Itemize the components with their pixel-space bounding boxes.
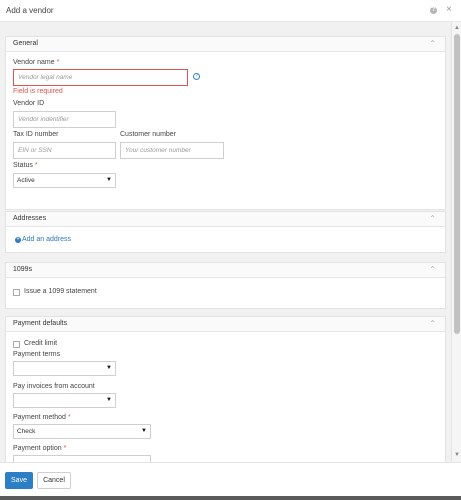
payment-terms-label: Payment terms	[13, 351, 61, 358]
scrollbar-thumb[interactable]	[454, 34, 460, 334]
dialog-title: Add a vendor	[6, 6, 54, 15]
plus-circle-icon: +	[15, 237, 21, 243]
payment-option-label: Payment option *	[13, 445, 67, 452]
section-general-header[interactable]: General ⌃	[6, 37, 445, 52]
payment-method-select[interactable]: Check ▼	[13, 424, 151, 439]
section-general: General ⌃ Vendor name * Vendor legal nam…	[5, 36, 446, 210]
status-select[interactable]: Active ▼	[13, 173, 116, 188]
vendor-id-input[interactable]: Vendor indentifier	[13, 111, 116, 128]
section-addresses-header[interactable]: Addresses ⌃	[6, 212, 445, 227]
section-title: Payment defaults	[13, 320, 68, 327]
section-1099s-header[interactable]: 1099s ⌃	[6, 263, 445, 278]
close-icon[interactable]: ×	[446, 4, 452, 15]
section-payment-defaults: Payment defaults ⌃ Credit limit Payment …	[5, 316, 446, 462]
vendor-id-label: Vendor ID	[13, 100, 45, 107]
chevron-up-icon[interactable]: ⌃	[429, 214, 436, 223]
caret-down-icon: ▼	[106, 397, 112, 403]
customer-number-label: Customer number	[120, 131, 177, 138]
cancel-button[interactable]: Cancel	[37, 472, 71, 489]
customer-number-input[interactable]: Your customer number	[120, 142, 224, 159]
credit-limit-label: Credit limit	[24, 340, 58, 347]
scroll-down-icon[interactable]: ▼	[454, 452, 460, 458]
issue-1099-checkbox[interactable]	[13, 289, 20, 296]
payment-terms-select[interactable]: ▼	[13, 361, 116, 376]
info-icon[interactable]: ?	[193, 73, 200, 80]
tax-id-input[interactable]: EIN or SSN	[13, 142, 116, 159]
vendor-name-error: Field is required	[13, 88, 63, 95]
vendor-name-label: Vendor name *	[13, 59, 60, 66]
window-bottom-edge	[0, 496, 461, 500]
caret-down-icon: ▼	[106, 177, 112, 183]
section-payment-header[interactable]: Payment defaults ⌃	[6, 317, 445, 332]
credit-limit-checkbox[interactable]	[13, 341, 20, 348]
payment-option-select[interactable]	[13, 455, 151, 462]
caret-down-icon: ▼	[141, 428, 147, 434]
dialog-body[interactable]: General ⌃ Vendor name * Vendor legal nam…	[0, 22, 461, 462]
payment-method-value: Check	[17, 428, 36, 435]
pay-from-label: Pay invoices from account	[13, 383, 95, 390]
help-icon[interactable]: ?	[430, 7, 437, 14]
scroll-up-icon[interactable]: ▲	[454, 25, 460, 31]
chevron-up-icon[interactable]: ⌃	[429, 265, 436, 274]
section-addresses: Addresses ⌃ + Add an address	[5, 211, 446, 253]
section-title: General	[13, 40, 38, 47]
chevron-up-icon[interactable]: ⌃	[429, 319, 436, 328]
status-value: Active	[17, 177, 35, 184]
save-button[interactable]: Save	[5, 472, 33, 489]
caret-down-icon: ▼	[106, 365, 112, 371]
pay-from-select[interactable]: ▼	[13, 393, 116, 408]
section-1099s: 1099s ⌃ Issue a 1099 statement	[5, 262, 446, 309]
chevron-up-icon[interactable]: ⌃	[429, 39, 436, 48]
section-title: 1099s	[13, 266, 33, 273]
status-label: Status *	[13, 162, 38, 169]
scrollbar[interactable]: ▲ ▼	[451, 22, 461, 462]
add-address-link[interactable]: + Add an address	[15, 236, 71, 243]
dialog-footer: Save Cancel	[0, 462, 461, 496]
payment-method-label: Payment method *	[13, 414, 71, 421]
section-title: Addresses	[13, 215, 47, 222]
vendor-name-input[interactable]: Vendor legal name	[13, 69, 188, 86]
issue-1099-label: Issue a 1099 statement	[24, 288, 97, 295]
dialog-header: Add a vendor ? ×	[0, 0, 461, 22]
tax-id-label: Tax ID number	[13, 131, 59, 138]
